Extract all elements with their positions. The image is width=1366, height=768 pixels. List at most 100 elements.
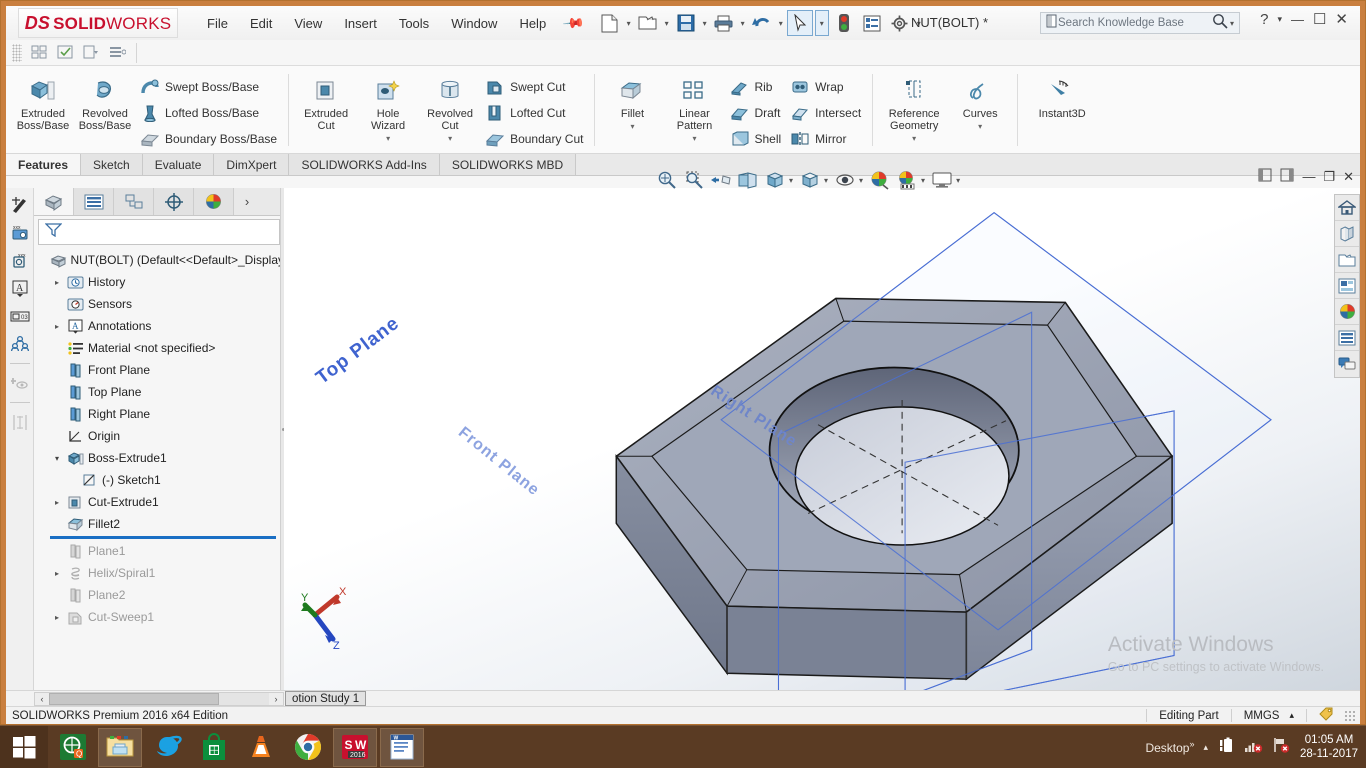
battery-icon[interactable] bbox=[1217, 736, 1235, 759]
scroll-right-arrow-icon[interactable]: › bbox=[269, 694, 283, 704]
status-units-caret-icon[interactable]: ▴ bbox=[1289, 710, 1294, 721]
mirror-button[interactable]: Mirror bbox=[786, 126, 866, 152]
display-state-icon[interactable]: 03 bbox=[8, 304, 32, 328]
menu-item-edit[interactable]: Edit bbox=[239, 12, 283, 35]
magnifier-icon[interactable] bbox=[1212, 13, 1228, 34]
new-document-caret-icon[interactable]: ▾ bbox=[625, 19, 633, 28]
smart-dimension-icon[interactable]: xxx bbox=[8, 220, 32, 244]
reference-geometry-button[interactable]: ReferenceGeometry ▾ bbox=[879, 70, 949, 143]
section-view-button[interactable] bbox=[735, 167, 761, 193]
revolved-boss-base-button[interactable]: RevolvedBoss/Base bbox=[74, 70, 136, 132]
print-button[interactable] bbox=[711, 10, 737, 36]
instant3d-button[interactable]: Instant3D bbox=[1024, 70, 1100, 120]
tab-sketch[interactable]: Sketch bbox=[81, 154, 143, 175]
rollback-bar[interactable] bbox=[50, 536, 276, 539]
extruded-boss-base-button[interactable]: ExtrudedBoss/Base bbox=[12, 70, 74, 132]
scroll-left-arrow-icon[interactable]: ‹ bbox=[35, 694, 49, 704]
network-error-icon[interactable] bbox=[1244, 736, 1263, 759]
help-caret-icon[interactable]: ▾ bbox=[1277, 14, 1282, 25]
cut-sweep-expand-arrow-icon[interactable]: ▸ bbox=[50, 613, 64, 622]
swept-cut-button[interactable]: Swept Cut bbox=[481, 74, 588, 100]
rebuild-icon[interactable] bbox=[78, 42, 104, 64]
helix-expand-arrow-icon[interactable]: ▸ bbox=[50, 569, 64, 578]
tab-feature-manager[interactable] bbox=[34, 188, 74, 215]
display-style-button[interactable] bbox=[797, 167, 823, 193]
tab-solidworks-addins[interactable]: SOLIDWORKS Add-Ins bbox=[289, 154, 439, 175]
fillet-button[interactable]: Fillet ▾ bbox=[601, 70, 663, 131]
folder-icon[interactable] bbox=[1335, 247, 1359, 273]
taskbar-vlc[interactable] bbox=[239, 728, 283, 767]
taskbar-clock[interactable]: 01:05 AM28-11-2017 bbox=[1300, 733, 1358, 761]
fillet-caret-icon[interactable]: ▾ bbox=[630, 122, 634, 131]
hide-show-items-button[interactable] bbox=[832, 167, 858, 193]
boundary-boss-base-button[interactable]: Boundary Boss/Base bbox=[136, 126, 282, 152]
taskbar-quickheal[interactable]: Q bbox=[51, 728, 95, 767]
tree-item-helix-spiral1[interactable]: ▸ Helix/Spiral1 bbox=[36, 562, 284, 584]
tree-item-plane2[interactable]: Plane2 bbox=[36, 584, 284, 606]
menu-item-insert[interactable]: Insert bbox=[333, 12, 388, 35]
tab-evaluate[interactable]: Evaluate bbox=[143, 154, 215, 175]
flag-error-icon[interactable] bbox=[1272, 736, 1291, 759]
menu-item-window[interactable]: Window bbox=[440, 12, 508, 35]
open-document-button[interactable] bbox=[635, 10, 661, 36]
dimension-bracket-icon[interactable] bbox=[8, 410, 32, 434]
hole-wizard-button[interactable]: HoleWizard ▾ bbox=[357, 70, 419, 143]
motion-study-tab[interactable]: otion Study 1 bbox=[285, 691, 366, 706]
tree-root-nut-bolt[interactable]: NUT(BOLT) (Default<<Default>_Display bbox=[36, 249, 284, 271]
feature-tree-filter[interactable] bbox=[38, 219, 280, 245]
tab-dimxpert-manager[interactable] bbox=[154, 188, 194, 215]
tree-item-fillet2[interactable]: Fillet2 bbox=[36, 513, 284, 535]
apply-scene-button[interactable] bbox=[894, 167, 920, 193]
file-explorer-icon[interactable] bbox=[1335, 273, 1359, 299]
linear-pattern-caret-icon[interactable]: ▾ bbox=[692, 134, 696, 143]
appearances-icon[interactable] bbox=[1335, 221, 1359, 247]
view-orientation-button[interactable] bbox=[762, 167, 788, 193]
edit-appearance-button[interactable] bbox=[867, 167, 893, 193]
view-palette-icon[interactable] bbox=[1335, 325, 1359, 351]
options-list-button[interactable] bbox=[859, 10, 885, 36]
zoom-to-area-button[interactable] bbox=[681, 167, 707, 193]
hex-nut-model[interactable] bbox=[284, 188, 1360, 692]
tab-property-manager[interactable] bbox=[74, 188, 114, 215]
save-button[interactable] bbox=[673, 10, 699, 36]
graphics-viewport[interactable]: Top Plane Front Plane Right Plane X Y Z bbox=[284, 188, 1360, 692]
reference-geometry-caret-icon[interactable]: ▾ bbox=[912, 134, 916, 143]
taskbar-solidworks[interactable]: SW2016 bbox=[333, 728, 377, 767]
cut-extrude-expand-arrow-icon[interactable]: ▸ bbox=[50, 498, 64, 507]
search-caret-icon[interactable]: ▾ bbox=[1228, 19, 1236, 28]
tree-item-right-plane[interactable]: Right Plane bbox=[36, 403, 284, 425]
palette-ball-icon[interactable] bbox=[1335, 299, 1359, 325]
view-settings-caret-icon[interactable]: ▾ bbox=[956, 176, 960, 185]
tab-features[interactable]: Features bbox=[6, 154, 81, 175]
rebuild-button[interactable] bbox=[831, 10, 857, 36]
tag-icon[interactable] bbox=[1319, 707, 1334, 724]
intersect-button[interactable]: Intersect bbox=[786, 100, 866, 126]
options-strip-icon[interactable] bbox=[104, 42, 130, 64]
menu-item-view[interactable]: View bbox=[283, 12, 333, 35]
draft-button[interactable]: Draft bbox=[725, 100, 786, 126]
search-knowledge-base[interactable]: ▾ bbox=[1040, 12, 1240, 34]
help-button[interactable]: ? bbox=[1260, 11, 1268, 28]
taskbar-internet-explorer[interactable] bbox=[145, 728, 189, 767]
status-units[interactable]: MMGS bbox=[1244, 710, 1280, 722]
shell-button[interactable]: Shell bbox=[725, 126, 786, 152]
annotations-expand-arrow-icon[interactable]: ▸ bbox=[50, 322, 64, 331]
view-orientation-caret-icon[interactable]: ▾ bbox=[789, 176, 793, 185]
menu-item-help[interactable]: Help bbox=[508, 12, 557, 35]
tree-item-material[interactable]: Material <not specified> bbox=[36, 337, 284, 359]
scroll-track[interactable] bbox=[49, 693, 269, 705]
display-style-caret-icon[interactable]: ▾ bbox=[824, 176, 828, 185]
revolved-cut-button[interactable]: RevolvedCut ▾ bbox=[419, 70, 481, 143]
lofted-cut-button[interactable]: Lofted Cut bbox=[481, 100, 588, 126]
select-button[interactable] bbox=[787, 10, 813, 36]
view-settings-button[interactable] bbox=[929, 167, 955, 193]
tree-item-history[interactable]: ▸ History bbox=[36, 271, 284, 293]
tab-dimxpert[interactable]: DimXpert bbox=[214, 154, 289, 175]
select-caret-button[interactable]: ▾ bbox=[815, 10, 829, 36]
tray-expand-chevron-icon[interactable]: ▴ bbox=[1203, 742, 1208, 753]
panel-right-icon[interactable] bbox=[1280, 168, 1294, 185]
tree-item-top-plane[interactable]: Top Plane bbox=[36, 381, 284, 403]
panel-left-icon[interactable] bbox=[1258, 168, 1272, 185]
boss-extrude-collapse-arrow-icon[interactable]: ▾ bbox=[50, 454, 64, 463]
tree-item-cut-extrude1[interactable]: ▸ Cut-Extrude1 bbox=[36, 491, 284, 513]
